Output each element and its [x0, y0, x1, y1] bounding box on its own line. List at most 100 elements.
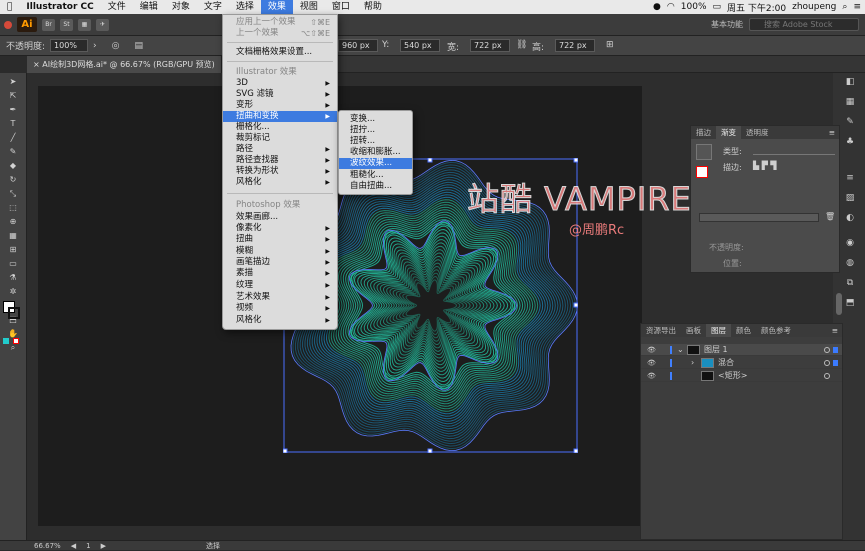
menu-type[interactable]: 文字 — [197, 0, 229, 14]
y-position-field[interactable]: 540 px — [400, 39, 440, 52]
menu-path[interactable]: 路径 ▶ — [223, 144, 337, 155]
red-dot-icon[interactable] — [4, 20, 12, 29]
menu-artistic[interactable]: 艺术效果 ▶ — [223, 292, 337, 303]
menu-video[interactable]: 视频 ▶ — [223, 303, 337, 314]
mesh-tool-icon[interactable]: ⊞ — [6, 245, 20, 255]
tab-layers[interactable]: 图层 — [706, 324, 731, 337]
menu-file[interactable]: 文件 — [101, 0, 133, 14]
eraser-tool-icon[interactable]: ◆ — [6, 161, 20, 171]
vertical-scrollbar-thumb[interactable] — [836, 293, 842, 315]
recolor-icon[interactable]: ◎ — [112, 41, 120, 51]
menu-warp[interactable]: 变形 ▶ — [223, 100, 337, 111]
selection-indicator[interactable] — [833, 360, 838, 366]
close-tab-icon[interactable]: × — [33, 60, 42, 69]
opacity-arrow-icon[interactable]: › — [93, 41, 97, 51]
layers-menu-icon[interactable]: ≡ — [832, 324, 842, 337]
gradient-icon[interactable]: ▨ — [843, 193, 857, 205]
opacity-field[interactable]: 100% — [50, 39, 89, 52]
free-transform-tool-icon[interactable]: ⬚ — [6, 203, 20, 213]
zoom-tool-icon[interactable]: ⌕ — [6, 343, 20, 353]
symbols-icon[interactable]: ♣ — [843, 137, 857, 149]
swatches-icon[interactable]: ▦ — [843, 97, 857, 109]
transparency-icon[interactable]: ◐ — [843, 213, 857, 225]
menu-pathfinder[interactable]: 路径查找器 ▶ — [223, 155, 337, 166]
menu-pixelate[interactable]: 像素化 ▶ — [223, 223, 337, 234]
menu-rasterize[interactable]: 栅格化... — [223, 122, 337, 133]
gradient-ramp[interactable] — [699, 213, 819, 222]
brushes-icon[interactable]: ✎ — [843, 117, 857, 129]
app-menu[interactable]: Illustrator CC — [19, 0, 100, 14]
height-field[interactable]: 722 px — [555, 39, 595, 52]
artboard-number[interactable]: 1 — [86, 542, 90, 550]
properties-icon[interactable]: ◧ — [843, 77, 857, 89]
perspective-grid-tool-icon[interactable]: ▦ — [6, 231, 20, 241]
gradient-preview-swatch[interactable] — [696, 144, 712, 160]
submenu-pucker-bloat[interactable]: 收缩和膨胀... — [339, 147, 412, 158]
menu-convert-to-shape[interactable]: 转换为形状 ▶ — [223, 166, 337, 177]
shape-builder-tool-icon[interactable]: ⊕ — [6, 217, 20, 227]
menu-view[interactable]: 视图 — [293, 0, 325, 14]
stock-search-input[interactable]: 搜索 Adobe Stock — [749, 18, 859, 31]
selection-tool-icon[interactable]: ➤ — [6, 77, 20, 87]
tab-gradient[interactable]: 渐变 — [716, 126, 741, 139]
user-name[interactable]: zhoupeng — [792, 2, 836, 12]
stroke-align-icons[interactable]: ▙ ▛ ▜ — [753, 161, 777, 170]
target-circle-icon[interactable] — [824, 347, 830, 353]
expand-arrow-icon[interactable]: › — [691, 357, 694, 369]
artboards-icon[interactable]: ⬒ — [843, 298, 857, 310]
tab-color[interactable]: 颜色 — [731, 324, 756, 337]
visibility-eye-icon[interactable]: 👁 — [647, 357, 656, 369]
none-mode-icon[interactable] — [13, 338, 19, 344]
gradient-type-select[interactable] — [753, 145, 835, 155]
tab-color-guide[interactable]: 颜色参考 — [756, 324, 796, 337]
color-mode-icon[interactable] — [3, 338, 9, 344]
stroke-swatch[interactable] — [8, 307, 20, 319]
menu-distort-ps[interactable]: 扭曲 ▶ — [223, 234, 337, 245]
eyedropper-tool-icon[interactable]: ⚗ — [6, 273, 20, 283]
list-icon[interactable]: ≡ — [853, 2, 861, 12]
submenu-roughen[interactable]: 粗糙化... — [339, 170, 412, 181]
tab-stroke[interactable]: 描边 — [691, 126, 716, 139]
submenu-transform[interactable]: 变换... — [339, 114, 412, 125]
menu-3d[interactable]: 3D ▶ — [223, 78, 337, 89]
submenu-free-distort[interactable]: 自由扭曲... — [339, 181, 412, 192]
delete-stop-icon[interactable]: 🗑 — [825, 212, 835, 221]
wechat-icon[interactable]: ● — [653, 2, 661, 12]
tab-asset-export[interactable]: 资源导出 — [641, 324, 681, 337]
layer-row[interactable]: 👁 ⌄ 图层 1 — [641, 344, 842, 356]
tab-artboards[interactable]: 画板 — [681, 324, 706, 337]
stroke-icon[interactable]: ≡ — [843, 173, 857, 185]
scale-tool-icon[interactable]: ⤡ — [6, 189, 20, 199]
tab-transparency[interactable]: 透明度 — [741, 126, 774, 139]
menu-sketch[interactable]: 素描 ▶ — [223, 268, 337, 279]
menu-texture[interactable]: 纹理 ▶ — [223, 280, 337, 291]
appearance-icon[interactable]: ◉ — [843, 238, 857, 250]
workspace-switcher[interactable]: 基本功能 — [711, 19, 743, 30]
layers-icon[interactable]: ⧉ — [843, 278, 857, 290]
document-tab[interactable]: × AI绘制3D网格.ai* @ 66.67% (RGB/GPU 预览) — [27, 56, 222, 73]
menu-select[interactable]: 选择 — [229, 0, 261, 14]
menu-effect-gallery[interactable]: 效果画廊... — [223, 212, 337, 223]
transform-icon[interactable]: ⊞ — [606, 40, 614, 50]
next-artboard-icon[interactable]: ▶ — [101, 542, 106, 550]
menu-object[interactable]: 对象 — [165, 0, 197, 14]
submenu-zig-zag[interactable]: 波纹效果... — [339, 158, 412, 169]
no-gradient-swatch[interactable] — [696, 166, 708, 178]
clock[interactable]: 周五 下午2:00 — [727, 1, 786, 14]
submenu-twist[interactable]: 扭转... — [339, 136, 412, 147]
menu-stylize-ps[interactable]: 风格化 ▶ — [223, 315, 337, 326]
menu-brush-strokes[interactable]: 画笔描边 ▶ — [223, 257, 337, 268]
layer-row[interactable]: 👁 <矩形> — [641, 370, 842, 382]
menu-svg-filters[interactable]: SVG 滤镜 ▶ — [223, 89, 337, 100]
brush-tool-icon[interactable]: ✎ — [6, 147, 20, 157]
visibility-eye-icon[interactable]: 👁 — [647, 344, 656, 356]
menu-stylize-ai[interactable]: 风格化 ▶ — [223, 177, 337, 188]
pen-tool-icon[interactable]: ✒ — [6, 105, 20, 115]
arrange-documents-icon[interactable]: ▦ — [78, 18, 91, 31]
gradient-tool-icon[interactable]: ▭ — [6, 259, 20, 269]
layer-row[interactable]: 👁 › 混合 — [641, 357, 842, 369]
search-icon[interactable]: ⌕ — [842, 2, 847, 12]
menu-help[interactable]: 帮助 — [357, 0, 389, 14]
direct-selection-tool-icon[interactable]: ⇱ — [6, 91, 20, 101]
target-circle-icon[interactable] — [824, 360, 830, 366]
